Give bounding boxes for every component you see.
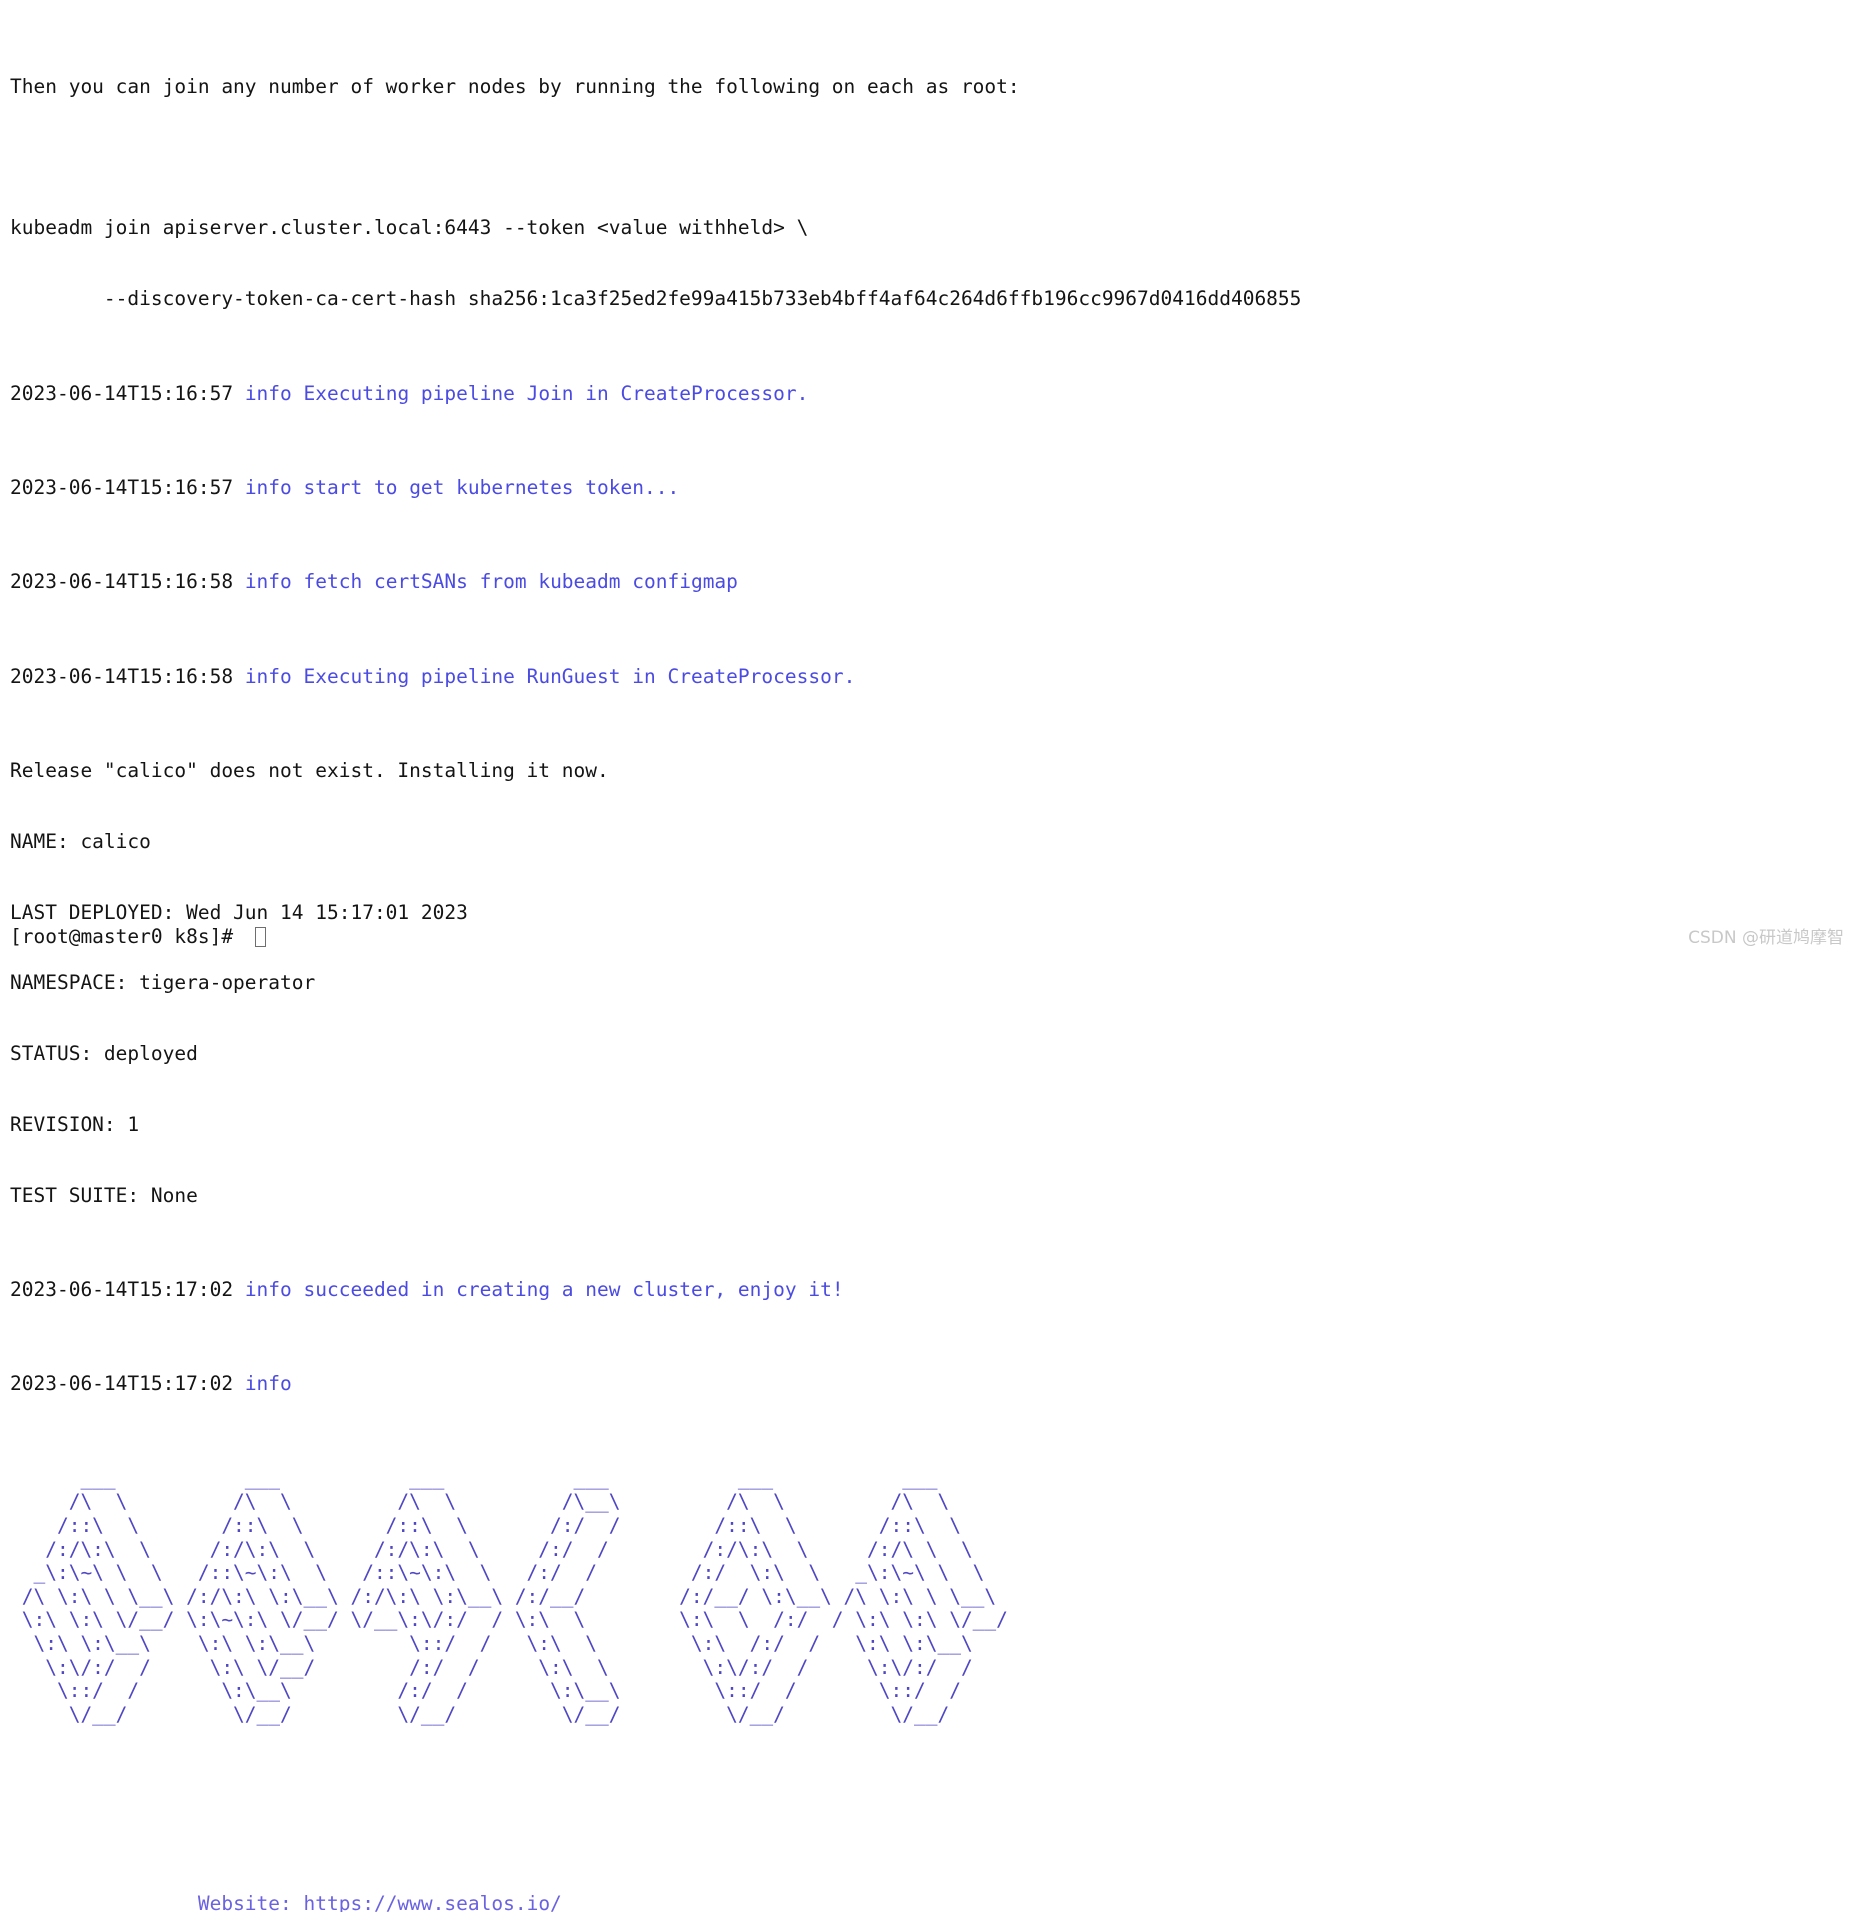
helm-last-deployed-line: LAST DEPLOYED: Wed Jun 14 15:17:01 2023 [10, 901, 1860, 925]
log-line: 2023-06-14T15:17:02 info succeeded in cr… [10, 1278, 1860, 1302]
log-level: info [245, 1278, 292, 1301]
log-level: info [245, 665, 292, 688]
log-timestamp: 2023-06-14T15:17:02 [10, 1372, 233, 1395]
log-level: info [245, 476, 292, 499]
helm-name-line: NAME: calico [10, 830, 1860, 854]
text-cursor [255, 927, 266, 947]
log-level: info [245, 1372, 292, 1395]
helm-release-line: Release "calico" does not exist. Install… [10, 759, 1860, 783]
helm-test-suite-line: TEST SUITE: None [10, 1184, 1860, 1208]
website-value[interactable]: https://www.sealos.io/ [304, 1892, 562, 1912]
blank-line [10, 1797, 1860, 1821]
log-level: info [245, 382, 292, 405]
shell-prompt-text: [root@master0 k8s]# [10, 925, 245, 949]
join-instruction-line: Then you can join any number of worker n… [10, 75, 1860, 99]
log-timestamp: 2023-06-14T15:16:58 [10, 665, 233, 688]
log-line: 2023-06-14T15:16:57 info Executing pipel… [10, 382, 1860, 406]
log-message: fetch certSANs from kubeadm configmap [304, 570, 738, 593]
helm-status-line: STATUS: deployed [10, 1042, 1860, 1066]
log-timestamp: 2023-06-14T15:16:57 [10, 476, 233, 499]
kubeadm-discovery-hash: --discovery-token-ca-cert-hash sha256:1c… [10, 287, 1860, 311]
log-message: succeeded in creating a new cluster, enj… [304, 1278, 844, 1301]
log-line: 2023-06-14T15:16:57 info start to get ku… [10, 476, 1860, 500]
log-message: start to get kubernetes token... [304, 476, 680, 499]
helm-revision-line: REVISION: 1 [10, 1113, 1860, 1137]
banner-website-row: Website: https://www.sealos.io/ [10, 1892, 1860, 1912]
log-timestamp: 2023-06-14T15:16:58 [10, 570, 233, 593]
log-level: info [245, 570, 292, 593]
csdn-watermark: CSDN @研道鸠摩智 [1688, 923, 1844, 948]
shell-prompt-row[interactable]: [root@master0 k8s]# [10, 925, 266, 949]
log-timestamp: 2023-06-14T15:17:02 [10, 1278, 233, 1301]
helm-namespace-line: NAMESPACE: tigera-operator [10, 971, 1860, 995]
website-label: Website: [198, 1892, 304, 1912]
log-timestamp: 2023-06-14T15:16:57 [10, 382, 233, 405]
log-message: Executing pipeline RunGuest in CreatePro… [304, 665, 856, 688]
log-line: 2023-06-14T15:16:58 info Executing pipel… [10, 665, 1860, 689]
terminal-output-pane[interactable]: Then you can join any number of worker n… [0, 0, 1860, 956]
log-line: 2023-06-14T15:16:58 info fetch certSANs … [10, 570, 1860, 594]
log-message: Executing pipeline Join in CreateProcess… [304, 382, 809, 405]
log-line: 2023-06-14T15:17:02 info [10, 1372, 1860, 1396]
sealos-ascii-art-banner: ___ ___ ___ ___ ___ ___ /\ \ /\ \ /\ \ /… [10, 1467, 1860, 1727]
kubeadm-join-command: kubeadm join apiserver.cluster.local:644… [10, 216, 1860, 240]
blank-line [10, 146, 1860, 170]
